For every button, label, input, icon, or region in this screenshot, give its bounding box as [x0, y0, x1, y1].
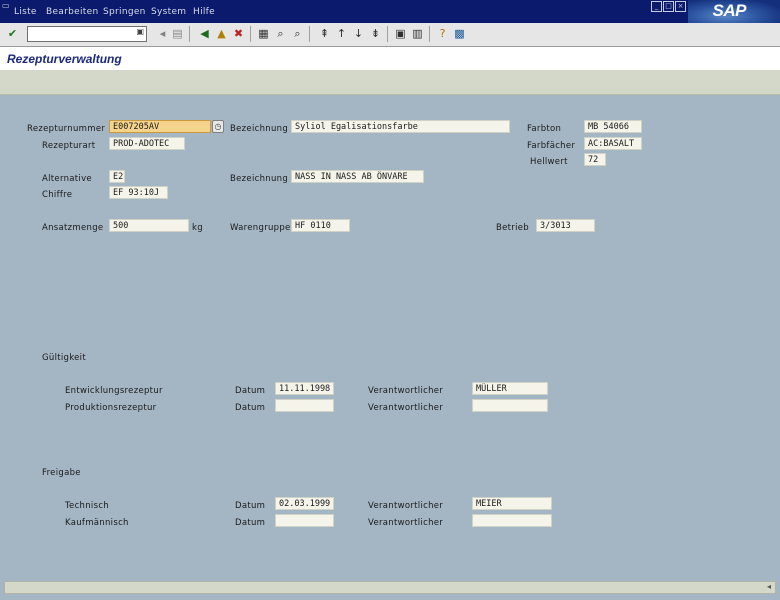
- bezeichnung-label: Bezeichnung: [230, 174, 289, 184]
- datum-label: Datum: [235, 518, 266, 528]
- previous-page-icon[interactable]: ↑: [335, 27, 348, 40]
- layout-icon[interactable]: ▩: [453, 27, 466, 40]
- command-dropdown-icon[interactable]: ▣: [136, 27, 144, 36]
- first-page-icon[interactable]: ⇞: [318, 27, 331, 40]
- kaufmaennisch-label: Kaufmännisch: [65, 518, 129, 528]
- rezepturart-label: Rezepturart: [42, 141, 96, 151]
- menu-bar: ▭ Liste Bearbeiten Springen System Hilfe…: [0, 0, 780, 23]
- produktion-verantwortlicher-field[interactable]: [472, 399, 548, 412]
- gueltigkeit-section-title: Gültigkeit: [42, 353, 86, 363]
- entwicklung-datum-field[interactable]: 11.11.1998: [275, 382, 334, 395]
- toolbar-separator: [250, 26, 251, 42]
- exit-icon[interactable]: ▲: [215, 27, 228, 40]
- next-page-icon[interactable]: ↓: [352, 27, 365, 40]
- maximize-icon[interactable]: □: [663, 1, 674, 12]
- menu-bearbeiten[interactable]: Bearbeiten: [46, 7, 98, 17]
- ansatzmenge-field[interactable]: 500: [109, 219, 189, 232]
- save-icon[interactable]: ▤: [171, 27, 184, 40]
- rezepturart-field[interactable]: PROD-ADOTEC: [109, 137, 185, 150]
- entwicklung-verantwortlicher-field[interactable]: MÜLLER: [472, 382, 548, 395]
- farbton-label: Farbton: [527, 124, 562, 134]
- alternative-label: Alternative: [42, 174, 92, 184]
- alternative-field[interactable]: E2: [109, 170, 125, 183]
- toolbar-separator: [429, 26, 430, 42]
- farbfaecher-label: Farbfächer: [527, 141, 576, 151]
- standard-toolbar: ✔ ▣ ◂ ▤ ◀ ▲ ✖ ▦ ⌕ ⌕ ⇞ ↑ ↓ ⇟ ▣ ▥ ? ▩: [0, 23, 780, 47]
- technisch-datum-field[interactable]: 02.03.1999: [275, 497, 334, 510]
- betrieb-field[interactable]: 3/3013: [536, 219, 595, 232]
- farbton-field[interactable]: MB 54066: [584, 120, 642, 133]
- value-help-icon[interactable]: ◷: [212, 120, 224, 133]
- farbfaecher-field[interactable]: AC:BASALT: [584, 137, 642, 150]
- minimize-icon[interactable]: _: [651, 1, 662, 12]
- hellwert-label: Hellwert: [530, 157, 568, 167]
- toolbar-separator: [387, 26, 388, 42]
- menu-liste[interactable]: Liste: [14, 7, 37, 17]
- window-icon: ▭: [2, 1, 10, 10]
- datum-label: Datum: [235, 403, 266, 413]
- kaufmaennisch-datum-field[interactable]: [275, 514, 334, 527]
- bezeichnung-label: Bezeichnung: [230, 124, 289, 134]
- entwicklungsrezeptur-label: Entwicklungsrezeptur: [65, 386, 163, 396]
- verantwortlicher-label: Verantwortlicher: [368, 386, 444, 396]
- verantwortlicher-label: Verantwortlicher: [368, 518, 444, 528]
- toolbar-separator: [309, 26, 310, 42]
- warengruppe-field[interactable]: HF 0110: [291, 219, 350, 232]
- betrieb-label: Betrieb: [496, 223, 529, 233]
- toolbar-separator: [189, 26, 190, 42]
- command-field[interactable]: ▣: [27, 26, 147, 42]
- datum-label: Datum: [235, 386, 266, 396]
- kaufmaennisch-verantwortlicher-field[interactable]: [472, 514, 552, 527]
- ansatzmenge-label: Ansatzmenge: [42, 223, 104, 233]
- application-toolbar: [0, 70, 780, 95]
- cancel-icon[interactable]: ✖: [232, 27, 245, 40]
- bezeichnung-field[interactable]: NASS IN NASS AB ÖNVARE: [291, 170, 424, 183]
- produktionsrezeptur-label: Produktionsrezeptur: [65, 403, 157, 413]
- menu-hilfe[interactable]: Hilfe: [193, 7, 215, 17]
- close-icon[interactable]: ×: [675, 1, 686, 12]
- back-icon[interactable]: ◀: [198, 27, 211, 40]
- rezepturnummer-field[interactable]: E007205AV: [109, 120, 211, 133]
- bezeichnung-field[interactable]: Syliol Egalisationsfarbe: [291, 120, 510, 133]
- shortcut-icon[interactable]: ▥: [411, 27, 424, 40]
- status-arrow-icon[interactable]: ◂: [767, 582, 771, 591]
- title-bar: Rezepturverwaltung: [0, 47, 780, 70]
- datum-label: Datum: [235, 501, 266, 511]
- back-arrow-icon[interactable]: ◂: [156, 27, 169, 40]
- technisch-verantwortlicher-field[interactable]: MEIER: [472, 497, 552, 510]
- verantwortlicher-label: Verantwortlicher: [368, 403, 444, 413]
- last-page-icon[interactable]: ⇟: [369, 27, 382, 40]
- chiffre-field[interactable]: EF 93:10J: [109, 186, 168, 199]
- warengruppe-label: Warengruppe: [230, 223, 291, 233]
- menu-system[interactable]: System: [151, 7, 186, 17]
- enter-icon[interactable]: ✔: [6, 27, 19, 40]
- produktion-datum-field[interactable]: [275, 399, 334, 412]
- sap-logo: SAP: [688, 0, 780, 23]
- find-icon[interactable]: ⌕: [274, 27, 287, 40]
- menu-springen[interactable]: Springen: [103, 7, 146, 17]
- chiffre-label: Chiffre: [42, 190, 73, 200]
- create-session-icon[interactable]: ▣: [394, 27, 407, 40]
- print-icon[interactable]: ▦: [257, 27, 270, 40]
- page-title: Rezepturverwaltung: [7, 52, 122, 66]
- status-bar: ◂: [4, 581, 776, 594]
- help-icon[interactable]: ?: [436, 27, 449, 40]
- find-next-icon[interactable]: ⌕: [291, 27, 304, 40]
- ansatzmenge-unit: kg: [192, 223, 203, 233]
- hellwert-field[interactable]: 72: [584, 153, 606, 166]
- rezepturnummer-label: Rezepturnummer: [27, 124, 106, 134]
- verantwortlicher-label: Verantwortlicher: [368, 501, 444, 511]
- technisch-label: Technisch: [65, 501, 109, 511]
- freigabe-section-title: Freigabe: [42, 468, 81, 478]
